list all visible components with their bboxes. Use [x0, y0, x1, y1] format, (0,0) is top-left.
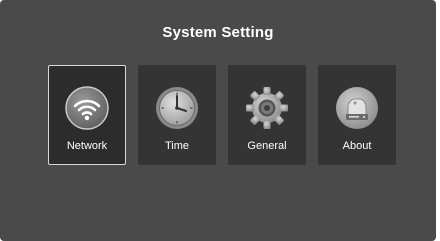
settings-menu: Network Time General About [0, 0, 436, 241]
system-setting-screen: System Setting Network Time General Abou… [0, 0, 436, 241]
wifi-icon [64, 85, 110, 131]
hard-drive-icon [334, 85, 380, 131]
menu-item-general[interactable]: General [228, 65, 306, 165]
gear-icon [244, 85, 290, 131]
menu-item-time[interactable]: Time [138, 65, 216, 165]
clock-icon [154, 85, 200, 131]
menu-item-about[interactable]: About [318, 65, 396, 165]
menu-item-label: General [247, 140, 287, 152]
menu-item-label: Time [164, 140, 190, 152]
menu-item-label: About [342, 140, 372, 152]
menu-item-label: Network [66, 139, 108, 152]
menu-item-network[interactable]: Network [48, 65, 126, 165]
